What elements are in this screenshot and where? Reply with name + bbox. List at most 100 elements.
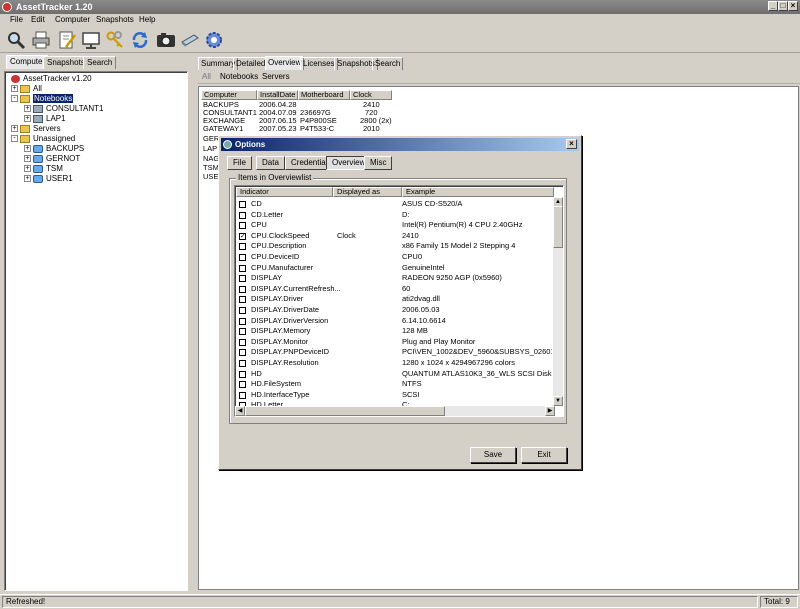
column-header-example[interactable]: Example <box>402 187 554 197</box>
list-item[interactable]: CPU.Description x86 Family 15 Model 2 Ste… <box>235 241 551 252</box>
item-checkbox[interactable] <box>239 338 246 346</box>
list-item[interactable]: HD QUANTUM ATLAS10K3_36_WLS SCSI Disk De <box>235 369 552 380</box>
item-checkbox[interactable] <box>239 391 246 399</box>
scroll-right-icon[interactable]: ▶ <box>545 406 555 416</box>
tab-overview[interactable]: Overview <box>265 56 305 70</box>
monitor-icon[interactable] <box>80 29 102 51</box>
list-item[interactable]: CD ASUS CD-S520/A <box>235 199 551 210</box>
search-icon[interactable] <box>5 29 27 51</box>
column-header-motherboard[interactable]: Motherboard <box>298 90 350 100</box>
column-header-indicator[interactable]: Indicator <box>236 187 333 197</box>
item-checkbox[interactable]: ✓ <box>239 232 246 240</box>
scanner-icon[interactable] <box>179 29 201 51</box>
tab-snapshots[interactable]: Snapshots <box>43 56 89 69</box>
menu-help[interactable]: Help <box>139 15 155 24</box>
filter-all[interactable]: All <box>202 72 211 81</box>
item-checkbox[interactable] <box>239 211 246 219</box>
list-item[interactable]: CD.Letter D: <box>235 210 551 221</box>
overview-items-list[interactable]: Indicator Displayed as Example CD ASUS CD… <box>234 185 564 417</box>
list-item[interactable]: HD.FileSystem NTFS <box>235 379 551 390</box>
minimize-button[interactable]: _ <box>768 1 778 11</box>
maximize-button[interactable]: □ <box>778 1 788 11</box>
dialog-tab-file[interactable]: File <box>227 156 252 170</box>
item-checkbox[interactable] <box>239 370 246 378</box>
tree-item-tsm[interactable]: + TSM <box>24 164 63 174</box>
tree-item-root[interactable]: AssetTracker v1.20 <box>11 74 92 84</box>
list-item[interactable]: DISPLAY.Driver ati2dvag.dll <box>235 294 551 305</box>
filter-servers[interactable]: Servers <box>262 72 290 81</box>
item-checkbox[interactable] <box>239 254 246 261</box>
list-item[interactable]: HD.InterfaceType SCSI <box>235 390 551 401</box>
horizontal-scroll-thumb[interactable] <box>245 406 445 416</box>
list-item[interactable]: CPU.DeviceID CPU0 <box>235 252 551 263</box>
tree-item-consultant1[interactable]: + CONSULTANT1 <box>24 104 104 114</box>
column-header-installdate[interactable]: InstallDate <box>257 90 298 100</box>
gear-icon[interactable] <box>203 29 225 51</box>
item-checkbox[interactable] <box>239 381 246 389</box>
menu-file[interactable]: File <box>10 15 23 24</box>
computer-tree[interactable]: AssetTracker v1.20 + All - Notebooks + CONS… <box>4 71 188 591</box>
item-checkbox[interactable] <box>239 243 246 251</box>
item-checkbox[interactable] <box>239 285 246 293</box>
item-checkbox[interactable] <box>239 275 246 283</box>
expand-icon[interactable]: + <box>11 125 18 133</box>
column-header-clock[interactable]: Clock <box>350 90 392 100</box>
vertical-scrollbar[interactable]: ▲ ▼ <box>553 197 563 406</box>
dialog-close-button[interactable]: × <box>566 139 577 149</box>
tree-item-backups[interactable]: + BACKUPS <box>24 144 84 154</box>
edit-document-icon[interactable] <box>56 29 78 51</box>
list-item[interactable]: DISPLAY.CurrentRefresh... 60 <box>235 284 551 295</box>
vertical-scroll-thumb[interactable] <box>553 206 563 248</box>
tree-item-lap1[interactable]: + LAP1 <box>24 114 66 124</box>
tree-item-servers[interactable]: + Servers <box>11 124 61 134</box>
dialog-tab-data[interactable]: Data <box>256 156 285 170</box>
expand-icon[interactable]: + <box>24 155 31 163</box>
collapse-icon[interactable]: - <box>11 135 18 143</box>
list-item[interactable]: CPU.Manufacturer GenuineIntel <box>235 263 551 274</box>
refresh-icon[interactable] <box>129 29 151 51</box>
scroll-down-icon[interactable]: ▼ <box>553 396 563 406</box>
tab-search-right[interactable]: Search <box>372 57 404 70</box>
expand-icon[interactable]: + <box>24 145 31 153</box>
tree-item-unassigned[interactable]: - Unassigned <box>11 134 75 144</box>
item-checkbox[interactable] <box>239 264 246 272</box>
list-item[interactable]: DISPLAY RADEON 9250 AGP (0x5960) <box>235 273 551 284</box>
expand-icon[interactable]: + <box>24 175 31 183</box>
item-checkbox[interactable] <box>239 296 246 304</box>
menu-computer[interactable]: Computer <box>55 15 90 24</box>
list-item[interactable]: DISPLAY.PNPDeviceID PCI\VEN_1002&DEV_5960… <box>235 347 552 358</box>
expand-icon[interactable]: + <box>24 105 31 113</box>
item-checkbox[interactable] <box>239 349 246 357</box>
camera-icon[interactable] <box>155 29 177 51</box>
list-item[interactable]: DISPLAY.DriverVersion 6.14.10.6614 <box>235 316 551 327</box>
column-header-computer[interactable]: Computer <box>201 90 257 100</box>
collapse-icon[interactable]: - <box>11 95 18 103</box>
close-button[interactable]: × <box>788 1 798 11</box>
item-checkbox[interactable] <box>239 317 246 325</box>
keys-icon[interactable] <box>104 29 126 51</box>
tree-item-all[interactable]: + All <box>11 84 42 94</box>
printer-icon[interactable] <box>30 29 52 51</box>
expand-icon[interactable]: + <box>24 115 31 123</box>
expand-icon[interactable]: + <box>24 165 31 173</box>
list-item[interactable]: DISPLAY.Resolution 1280 x 1024 x 42949672… <box>235 358 551 369</box>
tree-item-notebooks[interactable]: - Notebooks <box>11 94 74 104</box>
exit-button[interactable]: Exit <box>521 447 567 463</box>
list-item[interactable]: DISPLAY.Memory 128 MB <box>235 326 551 337</box>
item-checkbox[interactable] <box>239 222 246 230</box>
save-button[interactable]: Save <box>470 447 516 463</box>
list-item[interactable]: DISPLAY.Monitor Plug and Play Monitor <box>235 337 551 348</box>
scroll-left-icon[interactable]: ◀ <box>235 406 245 416</box>
expand-icon[interactable]: + <box>11 85 18 93</box>
column-header-displayed-as[interactable]: Displayed as <box>333 187 402 197</box>
tab-detailed[interactable]: Detailed <box>233 57 269 70</box>
tab-licenses[interactable]: Licenses <box>300 57 338 70</box>
menu-edit[interactable]: Edit <box>31 15 45 24</box>
item-checkbox[interactable] <box>239 328 246 336</box>
menu-snapshots[interactable]: Snapshots <box>96 15 134 24</box>
list-item[interactable]: ✓ CPU.ClockSpeed Clock 2410 <box>235 231 551 242</box>
list-item[interactable]: CPU Intel(R) Pentium(R) 4 CPU 2.40GHz <box>235 220 551 231</box>
item-checkbox[interactable] <box>239 307 246 314</box>
filter-notebooks[interactable]: Notebooks <box>220 72 258 81</box>
item-checkbox[interactable] <box>239 201 246 208</box>
